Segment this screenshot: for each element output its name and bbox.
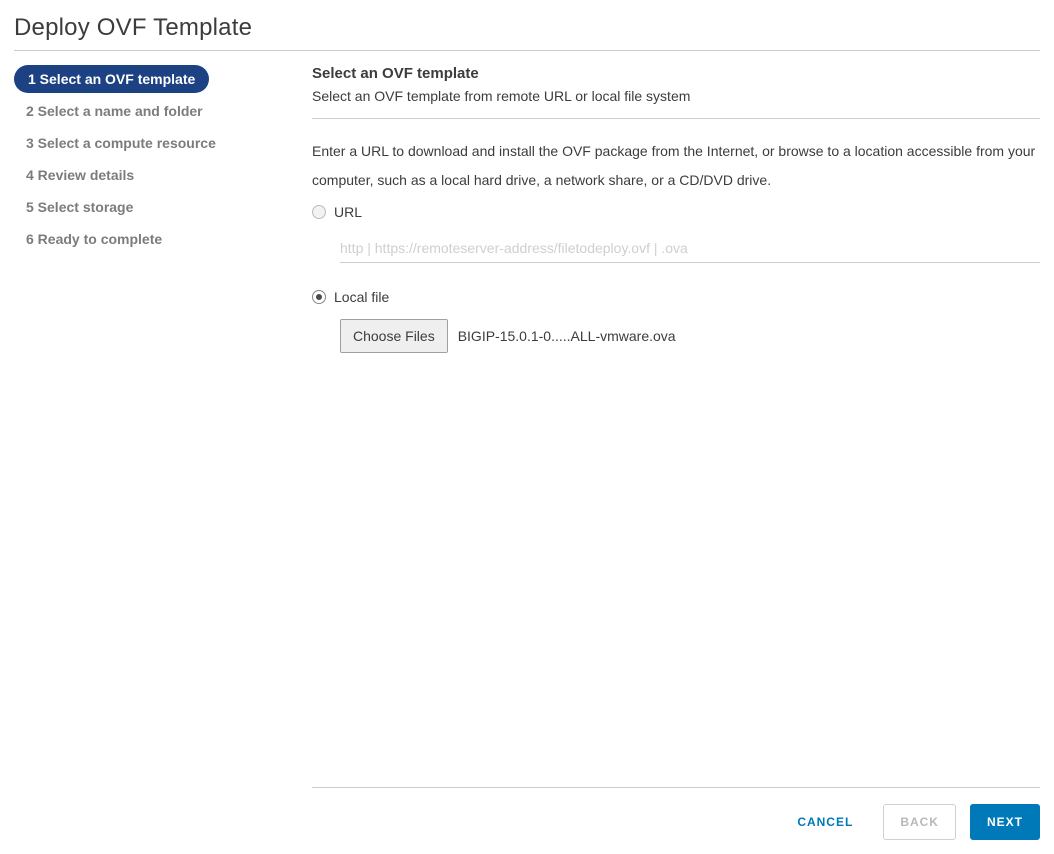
step-ready-complete: 6 Ready to complete [14, 225, 174, 253]
instructions-text: Enter a URL to download and install the … [312, 137, 1040, 196]
file-row: Choose Files BIGIP-15.0.1-0.....ALL-vmwa… [340, 319, 1040, 353]
url-input-wrap [340, 240, 1040, 263]
step-select-compute-resource: 3 Select a compute resource [14, 129, 228, 157]
local-file-option-group: Local file Choose Files BIGIP-15.0.1-0..… [312, 289, 1040, 353]
main-header: Select an OVF template Select an OVF tem… [312, 65, 1040, 119]
dialog-title: Deploy OVF Template [14, 10, 1040, 51]
main-subtitle: Select an OVF template from remote URL o… [312, 88, 1040, 104]
spacer [312, 373, 1040, 787]
selected-filename: BIGIP-15.0.1-0.....ALL-vmware.ova [458, 328, 676, 344]
url-option-group: URL [312, 204, 1040, 269]
dialog-content: 1 Select an OVF template 2 Select a name… [14, 65, 1040, 840]
local-file-option-label: Local file [334, 289, 389, 305]
step-select-storage: 5 Select storage [14, 193, 145, 221]
cancel-button[interactable]: CANCEL [781, 805, 869, 839]
main-title: Select an OVF template [312, 65, 1040, 82]
url-radio[interactable] [312, 205, 326, 219]
step-select-ovf-template[interactable]: 1 Select an OVF template [14, 65, 209, 93]
url-input [340, 240, 1040, 256]
main-panel: Select an OVF template Select an OVF tem… [288, 65, 1040, 840]
step-review-details: 4 Review details [14, 161, 146, 189]
back-button: BACK [883, 804, 956, 840]
local-file-radio[interactable] [312, 290, 326, 304]
wizard-sidebar: 1 Select an OVF template 2 Select a name… [14, 65, 288, 840]
url-option-row[interactable]: URL [312, 204, 1040, 220]
url-option-label: URL [334, 204, 362, 220]
choose-files-button[interactable]: Choose Files [340, 319, 448, 353]
step-select-name-folder: 2 Select a name and folder [14, 97, 215, 125]
deploy-ovf-dialog: Deploy OVF Template 1 Select an OVF temp… [0, 0, 1054, 854]
next-button[interactable]: NEXT [970, 804, 1040, 840]
dialog-footer: CANCEL BACK NEXT [312, 787, 1040, 840]
local-file-option-row[interactable]: Local file [312, 289, 1040, 305]
